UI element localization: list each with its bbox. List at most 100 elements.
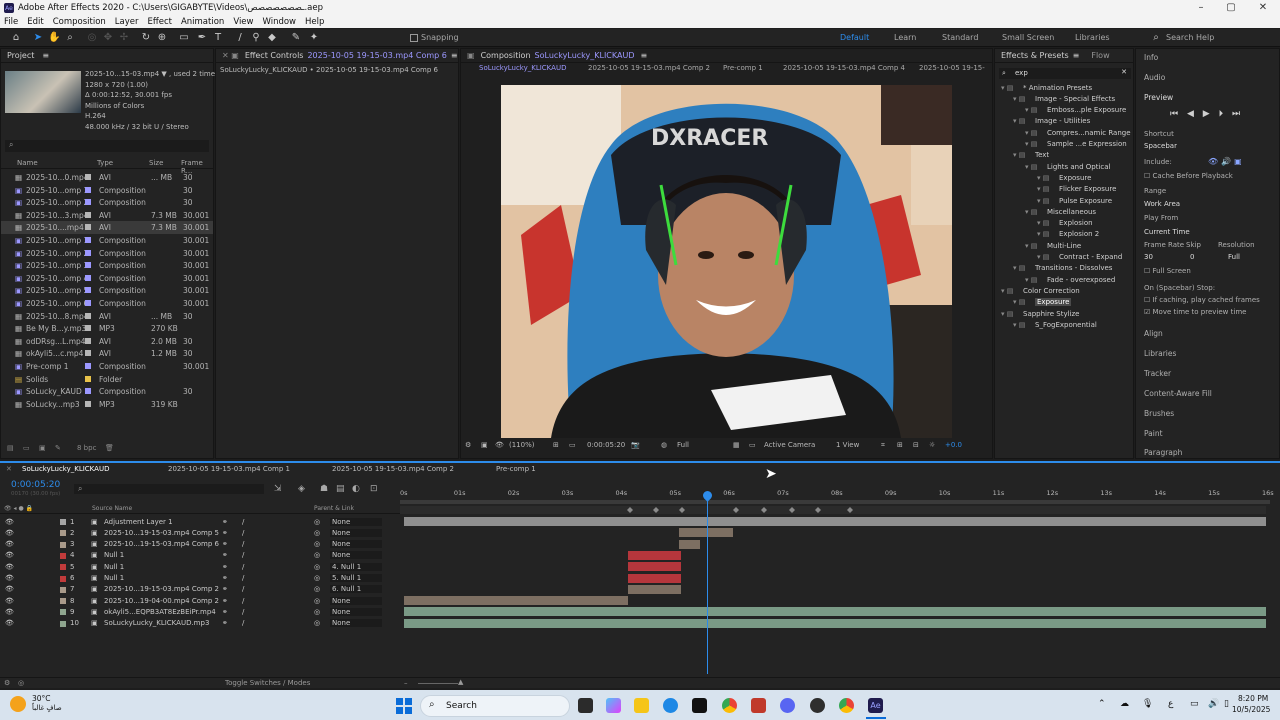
selection-tool-icon[interactable]: ➤ <box>32 32 44 44</box>
effect-controls-tab[interactable]: ✕ ▣ Effect Controls 2025-10-05 19-15-03.m… <box>216 49 458 63</box>
roto-brush-icon[interactable]: ✎ <box>290 32 302 44</box>
workspace-default[interactable]: Default <box>840 33 869 42</box>
parent-dropdown[interactable]: None <box>330 607 382 616</box>
layer-switch-icon[interactable]: ⚭ <box>222 540 228 548</box>
project-item[interactable]: ▦ Be My B...y.mp3 MP3 270 KB <box>1 322 213 335</box>
onedrive-icon[interactable]: ☁ <box>1120 699 1129 709</box>
previous-frame-icon[interactable]: ◀ <box>1187 109 1194 119</box>
camera-view-dropdown[interactable]: Active Camera <box>764 441 815 449</box>
chrome-icon[interactable] <box>722 698 737 713</box>
breadcrumb-item[interactable]: 2025-10-05 19-15-03.mp4 Comp 2 <box>588 64 710 72</box>
timeline-layer-row[interactable]: 👁 9 ▣ okAyli5...EQPB3AT8EzBEiPr.mp4 ⚭ / ◎ None <box>0 606 400 617</box>
frame-blending-icon[interactable]: ▤ <box>336 484 345 494</box>
effects-tree-item[interactable]: ▾ ▤ Color Correction <box>995 285 1135 296</box>
include-video-icon[interactable]: 👁 <box>1208 157 1218 166</box>
effects-search-input[interactable]: ⌕ exp ✕ <box>999 68 1131 79</box>
app-icon[interactable] <box>751 698 766 713</box>
timeline-tab[interactable]: 2025-10-05 19-15-03.mp4 Comp 2 <box>332 465 454 473</box>
project-settings-icon[interactable]: ✎ <box>55 444 61 452</box>
time-ruler[interactable]: 0s 01s 02s 03s 04s 05s 06s 07s 08s 09s 10s 11s 12s 13… <box>400 489 1274 499</box>
new-folder-icon[interactable]: ▭ <box>23 444 30 452</box>
reset-exposure-icon[interactable]: ☼ <box>929 441 935 449</box>
range-dropdown[interactable]: Work Area <box>1144 200 1180 208</box>
effects-tree-item[interactable]: ▾ ▤ Fade - overexposed <box>995 274 1135 285</box>
layer-quality-icon[interactable]: / <box>242 551 244 559</box>
layer-switch-icon[interactable]: ⚭ <box>222 574 228 582</box>
timeline-layer-row[interactable]: 👁 3 ▣ 2025-10...19-15-03.mp4 Comp 6 ⚭ / ◎ None <box>0 539 400 550</box>
effects-tree-item[interactable]: ▾ ▤ Sapphire Stylize <box>995 308 1135 319</box>
effects-tree-item[interactable]: ▾ ▤ Multi-Line <box>995 240 1135 251</box>
project-item[interactable]: ▣ 2025-10...omp 2 Composition 30.001 <box>1 247 213 260</box>
visibility-eye-icon[interactable]: 👁 <box>5 540 14 548</box>
layer-quality-icon[interactable]: / <box>242 574 244 582</box>
menu-help[interactable]: Help <box>305 17 324 27</box>
viewer-preview-icon[interactable]: ▣ <box>481 441 488 449</box>
timeline-layer-row[interactable]: 👁 10 ▣ SoLuckyLucky_KLICKAUD.mp3 ⚭ / ◎ None <box>0 618 400 629</box>
type-tool-icon[interactable]: T <box>212 32 224 44</box>
layer-switches-pane-icon[interactable]: ⚙ <box>4 679 10 687</box>
effects-tree-item[interactable]: ▾ ▤ Sample ...e Expression <box>995 139 1135 150</box>
layer-switch-icon[interactable]: ⚭ <box>222 563 228 571</box>
home-icon[interactable]: ⌂ <box>10 32 22 44</box>
parent-dropdown[interactable]: None <box>330 619 382 628</box>
layer-duration-bar[interactable] <box>404 517 1266 526</box>
first-frame-icon[interactable]: ⏮ <box>1170 109 1178 119</box>
visibility-eye-icon[interactable]: 👁 <box>5 619 14 627</box>
layer-duration-bar[interactable] <box>678 528 733 538</box>
play-icon[interactable]: ▶ <box>1203 109 1210 119</box>
snapping-checkbox[interactable] <box>410 34 418 42</box>
motion-blur-icon[interactable]: ◐ <box>352 484 360 494</box>
parent-pickwhip-icon[interactable]: ◎ <box>314 563 320 571</box>
project-tab[interactable]: Project ≡ <box>1 49 213 63</box>
parent-pickwhip-icon[interactable]: ◎ <box>314 518 320 526</box>
interpret-footage-icon[interactable]: ▤ <box>7 444 14 452</box>
visibility-eye-icon[interactable]: 👁 <box>5 551 14 559</box>
frame-rate-dropdown[interactable]: 30 <box>1144 253 1153 261</box>
effects-tree-item[interactable]: ▾ ▤ Transitions - Dissolves <box>995 263 1135 274</box>
project-item[interactable]: ▦ SoLucky...mp3 MP3 319 KB <box>1 398 213 411</box>
layer-label-color[interactable] <box>60 598 66 605</box>
layer-switch-icon[interactable]: ⚭ <box>222 551 228 559</box>
layer-quality-icon[interactable]: / <box>242 540 244 548</box>
item-label-color[interactable] <box>85 249 91 256</box>
new-comp-icon[interactable]: ▣ <box>39 444 46 452</box>
after-effects-taskbar-icon[interactable]: Ae <box>868 698 883 713</box>
resolution-dropdown[interactable]: Full <box>1228 253 1240 261</box>
breadcrumb-item[interactable]: SoLuckyLucky_KLICKAUD <box>479 64 566 72</box>
parent-pickwhip-icon[interactable]: ◎ <box>314 597 320 605</box>
layer-switch-icon[interactable]: ⚭ <box>222 608 228 616</box>
dolly-camera-icon[interactable]: ✢ <box>118 32 130 44</box>
puppet-pin-icon[interactable]: ✦ <box>308 32 320 44</box>
project-item[interactable]: ▣ 2025-10...omp 1 Composition 30.001 <box>1 234 213 247</box>
layer-label-color[interactable] <box>60 564 66 571</box>
color-channel-icon[interactable]: ◍ <box>661 441 667 449</box>
play-from-dropdown[interactable]: Current Time <box>1144 228 1190 236</box>
skip-dropdown[interactable]: 0 <box>1190 253 1194 261</box>
transfer-controls-icon[interactable]: ◎ <box>18 679 24 687</box>
work-area-bar[interactable] <box>400 500 1270 504</box>
project-item[interactable]: ▦ 2025-10...8.mp4 AVI ... MB 30 <box>1 310 213 323</box>
layer-duration-bar[interactable] <box>627 584 682 594</box>
effects-tree-item[interactable]: ▾ ▤ Exposure <box>995 172 1135 183</box>
shy-layers-icon[interactable]: ☗ <box>320 484 328 494</box>
item-label-color[interactable] <box>85 300 91 306</box>
layer-switch-icon[interactable]: ⚭ <box>222 585 228 593</box>
layer-label-color[interactable] <box>60 609 66 616</box>
layer-quality-icon[interactable]: / <box>242 608 244 616</box>
search-help-input[interactable]: Search Help <box>1166 33 1214 42</box>
layer-switch-icon[interactable]: ⚭ <box>222 518 228 526</box>
comp-flowchart-icon[interactable]: ⇲ <box>274 484 282 494</box>
content-aware-fill-tab[interactable]: Content-Aware Fill <box>1144 389 1212 398</box>
discord-icon[interactable] <box>780 698 795 713</box>
volume-icon[interactable]: 🔊 <box>1208 699 1219 709</box>
menu-edit[interactable]: Edit <box>27 17 43 27</box>
effects-presets-tab[interactable]: Effects & Presets ≡ Flow <box>995 49 1133 63</box>
magnification-dropdown[interactable]: (110%) <box>509 441 534 449</box>
effects-tree-item[interactable]: ▾ ▤ Explosion <box>995 218 1135 229</box>
layer-duration-bar[interactable] <box>627 550 682 560</box>
parent-pickwhip-icon[interactable]: ◎ <box>314 608 320 616</box>
zoom-in-icon[interactable]: ▲ <box>458 678 463 686</box>
viewer-timecode[interactable]: 0:00:05:20 <box>587 441 625 449</box>
cache-before-playback[interactable]: ☐ Cache Before Playback <box>1144 172 1233 180</box>
col-source-name[interactable]: Source Name <box>92 505 132 512</box>
